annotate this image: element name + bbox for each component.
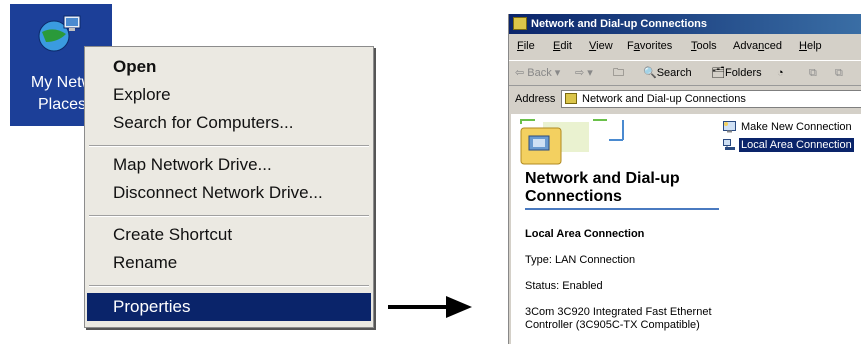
folders-button[interactable]: 🗂Folders [711, 61, 762, 85]
menu-item-search-computers[interactable]: Search for Computers... [87, 109, 371, 137]
page-heading: Network and Dial-up Connections [525, 170, 680, 205]
details-status: Status: Enabled [525, 280, 603, 292]
new-connection-icon [723, 121, 736, 133]
address-bar: Address Network and Dial-up Connections [509, 88, 861, 110]
lan-connection-icon [723, 139, 735, 150]
menu-item-create-shortcut[interactable]: Create Shortcut [87, 221, 371, 249]
heading-divider [525, 208, 719, 210]
menu-help[interactable]: Help [799, 36, 822, 56]
menu-view[interactable]: View [589, 36, 613, 56]
menu-bar: File Edit View Favorites Tools Advanced … [509, 36, 861, 56]
menu-item-open[interactable]: Open [87, 53, 371, 81]
copy-to-icon[interactable]: ⧉ [835, 61, 843, 85]
menu-separator [89, 285, 369, 287]
details-description: 3Com 3C920 Integrated Fast Ethernet Cont… [525, 306, 712, 331]
up-folder-icon[interactable]: 🗀 [613, 61, 624, 85]
move-to-icon[interactable]: ⧉ [809, 61, 817, 85]
menu-advanced[interactable]: Advanced [733, 36, 782, 56]
arrow-head-icon [446, 296, 472, 318]
back-button[interactable]: ⇦ Back ▾ [515, 61, 560, 85]
menu-item-properties[interactable]: Properties [87, 293, 371, 321]
menu-item-disconnect-drive[interactable]: Disconnect Network Drive... [87, 179, 371, 207]
context-menu: Open Explore Search for Computers... Map… [84, 46, 374, 328]
folder-content: Network and Dial-up Connections Local Ar… [511, 114, 861, 344]
explorer-window: Network and Dial-up Connections File Edi… [508, 14, 861, 344]
menu-item-rename[interactable]: Rename [87, 249, 371, 277]
details-type: Type: LAN Connection [525, 254, 636, 266]
toolbar: ⇦ Back ▾ ⇨ ▾ 🗀 🔍Search 🗂Folders ◔ ⧉ ⧉ [509, 60, 861, 86]
address-input[interactable]: Network and Dial-up Connections [561, 90, 861, 108]
folder-icon [565, 93, 577, 104]
search-button[interactable]: 🔍Search [643, 61, 692, 85]
menu-item-explore[interactable]: Explore [87, 81, 371, 109]
menu-edit[interactable]: Edit [553, 36, 572, 56]
menu-favorites[interactable]: Favorites [627, 36, 672, 56]
address-label: Address [515, 93, 556, 105]
menu-tools[interactable]: Tools [691, 36, 717, 56]
arrow-shaft [388, 305, 448, 309]
menu-separator [89, 215, 369, 217]
folder-icon [513, 17, 527, 30]
menu-item-map-drive[interactable]: Map Network Drive... [87, 151, 371, 179]
window-title: Network and Dial-up Connections [531, 18, 708, 30]
menu-file[interactable]: File [517, 36, 535, 56]
details-title: Local Area Connection [525, 228, 645, 240]
menu-separator [89, 145, 369, 147]
history-icon[interactable]: ◔ [777, 61, 784, 85]
network-folder-graphic [520, 119, 624, 165]
forward-button[interactable]: ⇨ ▾ [575, 61, 593, 85]
network-places-icon [38, 15, 81, 52]
title-bar[interactable]: Network and Dial-up Connections [509, 14, 861, 34]
